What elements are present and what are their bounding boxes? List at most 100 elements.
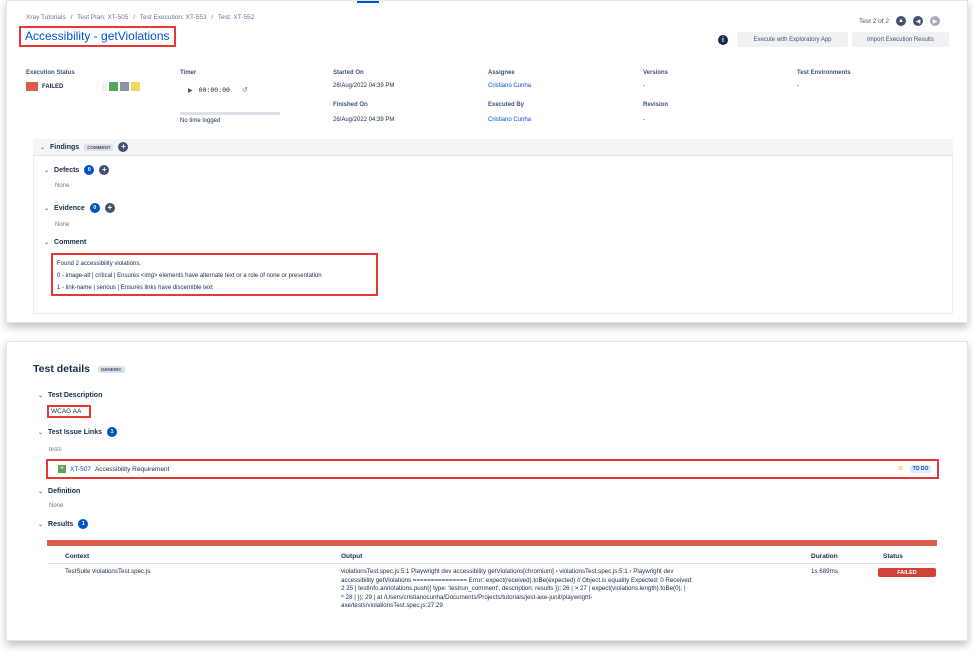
evidence-section-header[interactable]: ⌄ Evidence 0 + [44,203,115,213]
page-title: Accessibility - getViolations [19,26,176,47]
test-environments-label: Test Environments [797,70,851,76]
started-label: Started On [333,70,364,76]
play-icon[interactable]: ▶ [188,87,193,94]
output-line: accessibility getViolations ============… [341,576,693,584]
reset-icon[interactable]: ↺ [242,86,248,94]
arrow-right-icon[interactable]: ▶ [930,16,940,26]
findings-title: Findings [50,143,80,151]
issue-summary: Accessibility Requirement [94,465,170,473]
issue-links-count-badge: 1 [106,427,117,437]
chevron-down-icon: ⌄ [38,521,44,528]
column-header-duration[interactable]: Duration [811,553,838,560]
findings-header[interactable] [33,139,953,156]
definition-value: None [49,503,64,509]
status-pass-swatch[interactable] [109,82,118,91]
execution-status-dropdown[interactable]: FAILED [26,82,63,91]
execution-status-label: Execution Status [26,70,75,76]
test-details-title: Test details [33,363,90,375]
output-line: 2 25 | testInfo.annotations.push({ type:… [341,585,686,592]
defects-value: None [55,183,70,189]
issue-link[interactable]: + XT-507 Accessibility Requirement [58,465,169,473]
comment-line: Found 2 accessibility violations. [57,261,142,267]
chevron-down-icon: ⌄ [44,167,50,174]
timer-value: 00:00:00 [198,86,230,94]
comment-tag: COMMENT [84,143,114,151]
comment-section-header[interactable]: ⌄ Comment [44,239,86,246]
add-evidence-icon[interactable]: + [104,203,115,213]
results-header[interactable]: ⌄ Results 1 [38,519,89,529]
status-value: FAILED [42,83,64,90]
issue-key[interactable]: XT-507 [70,466,91,473]
chevron-down-icon: ⌄ [38,489,44,495]
findings-section-header[interactable]: ⌄ Findings COMMENT + [40,142,129,152]
evidence-count-badge: 0 [89,203,100,213]
breadcrumb-test[interactable]: Test: XT-552 [218,14,255,21]
table-divider [47,563,937,564]
chevron-down-icon: ⌄ [38,429,44,436]
finished-label: Finished On [333,102,368,108]
story-icon: + [58,465,66,473]
breadcrumb-test-execution[interactable]: Test Execution: XT-553 [140,14,207,21]
info-icon[interactable]: i [718,35,728,45]
assignee-value[interactable]: Cristiano Cunha [488,83,531,89]
result-status-badge: FAILED [878,568,936,577]
output-line: ^ 28 | }); 29 | at /Users/cristianocunha… [341,593,593,601]
defects-title: Defects [54,166,80,174]
chevron-down-icon: ⌄ [40,144,46,151]
test-pager: Test 2 of 2 ▲ ◀ ▶ [859,16,940,26]
chevron-down-icon: ⌄ [38,393,44,399]
comment-text[interactable]: Found 2 accessibility violations. 0 - im… [51,253,378,296]
status-color-swatch [26,82,38,91]
result-duration: 1s 689ms [811,568,838,575]
evidence-value: None [55,222,70,228]
timer-label: Timer [180,70,197,76]
results-count-badge: 1 [78,519,89,529]
breadcrumb-test-plan[interactable]: Test Plan: XT-505 [77,14,128,21]
issue-status: = TO DO [898,464,932,473]
defects-section-header[interactable]: ⌄ Defects 0 + [44,165,110,175]
pager-text: Test 2 of 2 [859,17,889,25]
assignee-label: Assignee [488,70,515,76]
results-status-bar [47,540,937,546]
comment-line: 1 - link-name | serious | Ensures links … [57,285,213,291]
revision-label: Revision [643,102,669,108]
breadcrumb-project[interactable]: Xray Tutorials [26,14,66,21]
time-progress-bar [180,112,280,115]
column-header-status[interactable]: Status [883,553,903,560]
arrow-left-icon[interactable]: ◀ [913,16,923,26]
add-defect-icon[interactable]: + [99,165,110,175]
results-title: Results [48,520,74,528]
status-lozenge: TO DO [909,464,932,473]
executed-by-label: Executed By [488,102,525,108]
revision-value: - [643,117,645,123]
column-header-output[interactable]: Output [341,553,362,560]
swatch-spacer [102,82,107,91]
executed-by-value[interactable]: Cristiano Cunha [488,117,531,123]
active-tab-indicator [357,1,379,3]
time-logged: No time logged [180,118,221,124]
column-header-context[interactable]: Context [65,553,89,560]
status-executing-swatch[interactable] [131,82,140,91]
test-environments-value: - [797,83,799,89]
add-finding-icon[interactable]: + [118,142,129,152]
test-details-panel: Test details GENERIC ⌄ Test Description … [6,341,968,641]
test-issue-links-header[interactable]: ⌄ Test Issue Links 1 [38,427,117,437]
definition-header[interactable]: ⌄ Definition [38,488,80,495]
test-description-value: WCAG AA [47,405,91,418]
arrow-up-icon[interactable]: ▲ [896,16,906,26]
chevron-down-icon: ⌄ [44,240,50,246]
quick-status-swatches [102,82,140,91]
definition-title: Definition [48,488,81,495]
finished-value: 26/Aug/2022 04:39 PM [333,117,395,123]
output-line: violationsTest.spec.js:5:1 Playwright de… [341,568,674,575]
test-description-header[interactable]: ⌄ Test Description [38,392,102,399]
import-results-button[interactable]: Import Execution Results [852,32,949,47]
issue-link-row[interactable] [46,459,939,479]
timer: ▶ 00:00:00 ↺ [188,86,248,94]
status-todo-swatch[interactable] [120,82,129,91]
test-run-panel: Xray Tutorials / Test Plan: XT-505 / Tes… [6,0,968,323]
output-line: axe/tests/violationsTest.spec.js:27:29 [341,602,443,609]
comment-line: 0 - image-alt | critical | Ensures <img>… [57,273,322,279]
execute-exploratory-button[interactable]: Execute with Exploratory App [737,32,848,47]
result-context: TestSuite violationsTest.spec.js [65,568,151,575]
